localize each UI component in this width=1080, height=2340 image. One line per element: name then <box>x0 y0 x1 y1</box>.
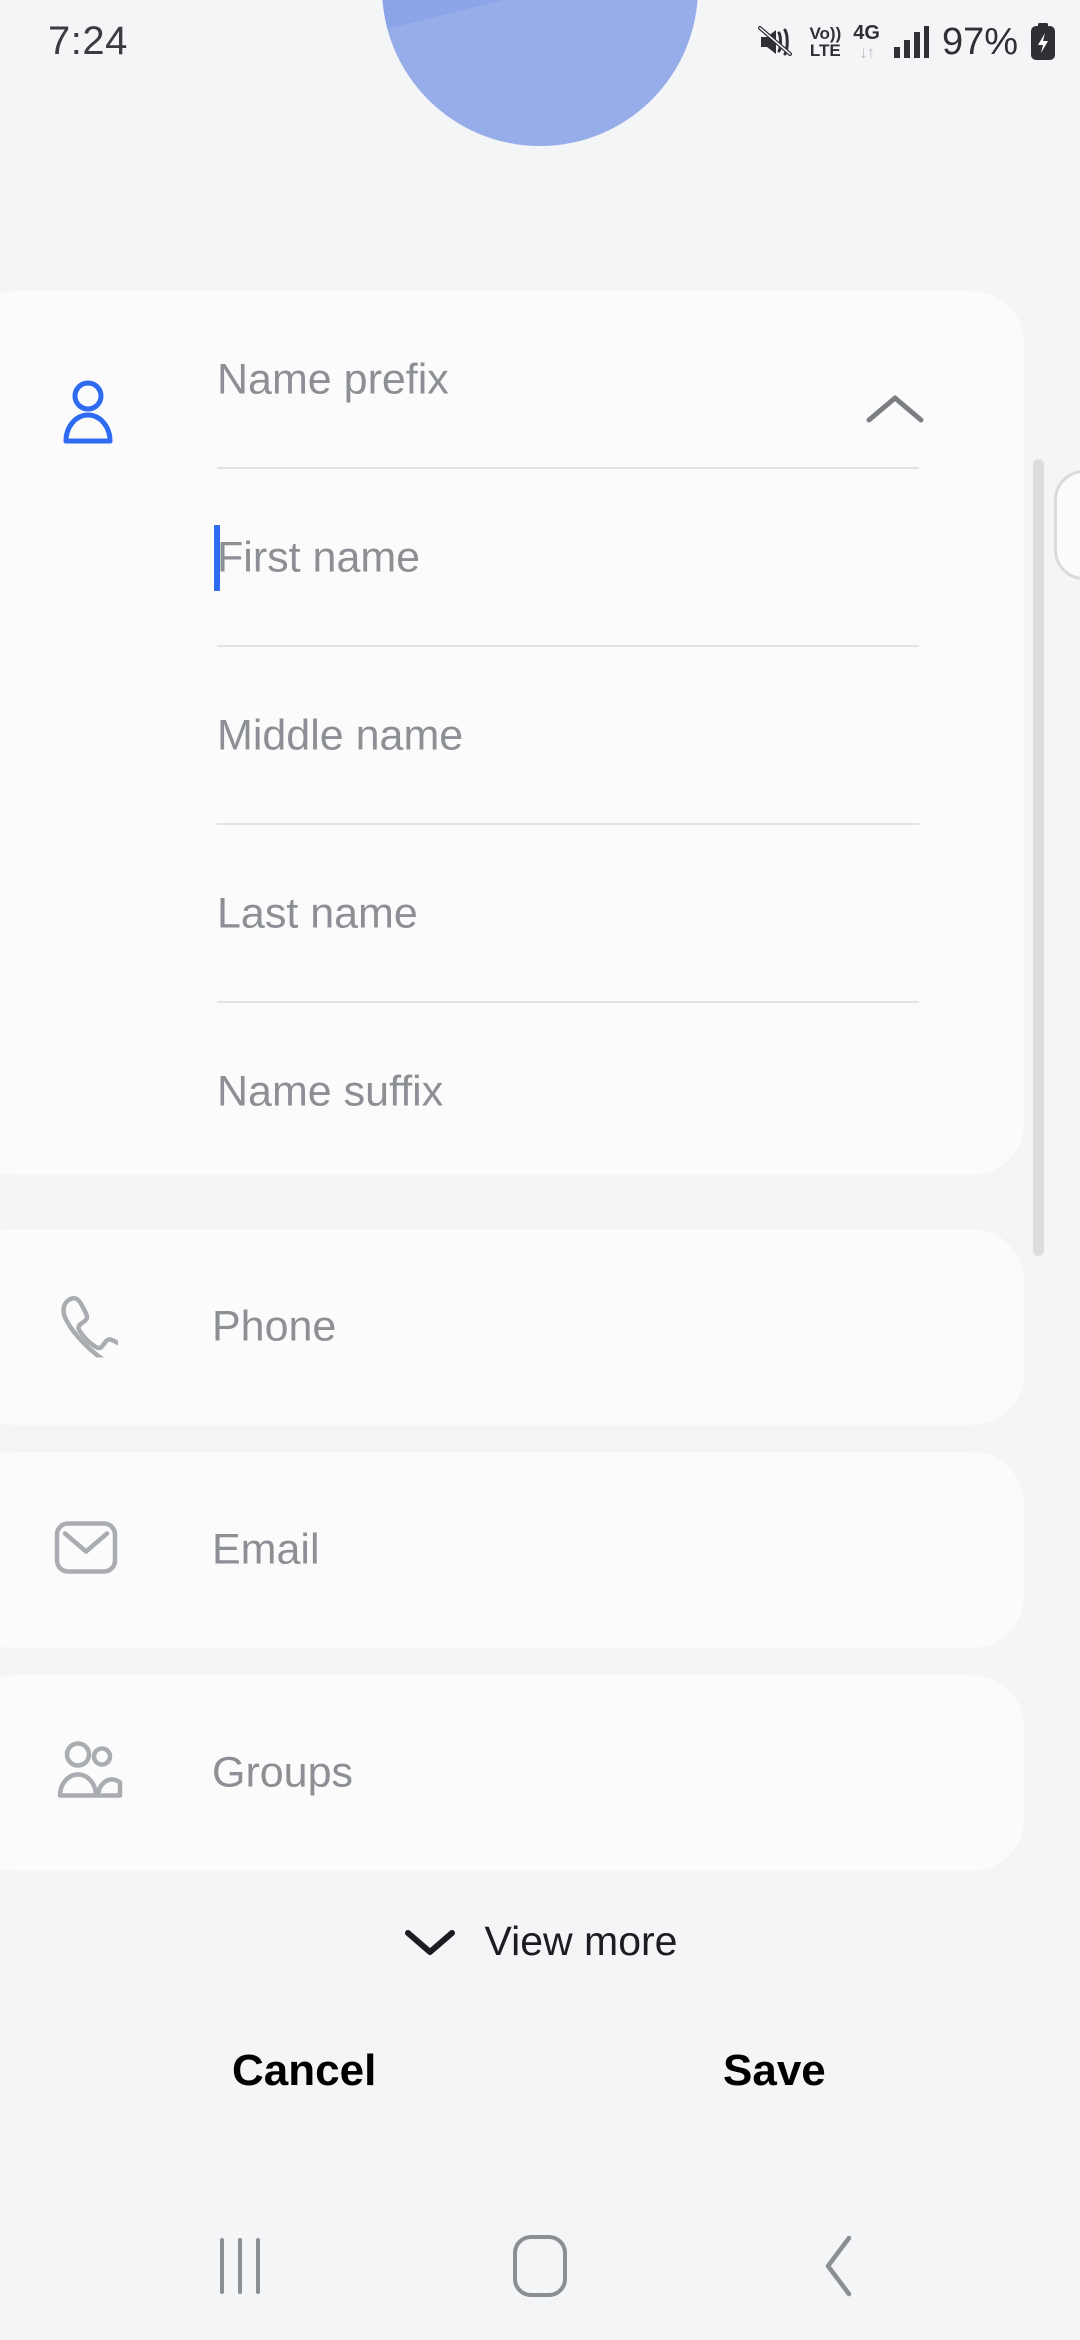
back-icon <box>825 2235 852 2297</box>
name-suffix-field[interactable]: Name suffix <box>0 1003 1024 1181</box>
phone-row[interactable]: Phone <box>0 1229 1024 1425</box>
people-icon <box>54 1740 124 1807</box>
middle-name-field[interactable]: Middle name <box>0 647 1024 825</box>
email-label: Email <box>212 1525 320 1574</box>
status-bar-clock: 7:24 <box>48 19 128 63</box>
contact-editor-screen: 7:24 Vo)) LTE 4G ↓↑ 97% Name prefix Firs… <box>0 0 1080 2340</box>
groups-row[interactable]: Groups <box>0 1675 1024 1871</box>
battery-percent-label: 97% <box>941 20 1018 63</box>
chevron-down-icon <box>404 1929 455 1955</box>
recents-icon <box>220 2238 260 2294</box>
groups-card[interactable]: Groups <box>0 1675 1024 1871</box>
system-navigation-bar <box>0 2190 1080 2340</box>
battery-charging-icon <box>1030 23 1056 61</box>
first-name-field[interactable]: First name <box>0 469 1024 647</box>
name-fields-card: Name prefix First name Middle name Last … <box>0 291 1024 1175</box>
view-more-button[interactable]: View more <box>0 1918 1080 1965</box>
volte-icon: Vo)) LTE <box>809 24 842 60</box>
data-arrows-icon: ↓↑ <box>859 43 875 62</box>
recents-button[interactable] <box>180 2224 300 2308</box>
phone-icon <box>54 1292 131 1367</box>
middle-name-placeholder: Middle name <box>217 711 464 760</box>
phone-label: Phone <box>212 1302 337 1351</box>
back-button[interactable] <box>780 2224 900 2308</box>
mute-icon <box>757 24 797 60</box>
name-prefix-field[interactable]: Name prefix <box>0 291 1024 469</box>
last-name-placeholder: Last name <box>217 889 418 938</box>
email-card[interactable]: Email <box>0 1452 1024 1648</box>
cancel-button[interactable]: Cancel <box>232 2046 376 2096</box>
signal-icon <box>892 25 930 59</box>
scrollbar[interactable] <box>1033 459 1044 1256</box>
last-name-field[interactable]: Last name <box>0 825 1024 1003</box>
groups-label: Groups <box>212 1748 354 1797</box>
envelope-icon <box>54 1519 118 1582</box>
action-bar: Cancel Save <box>0 2046 1080 2126</box>
name-prefix-placeholder: Name prefix <box>217 355 449 404</box>
avatar[interactable] <box>382 0 698 146</box>
phone-card[interactable]: Phone <box>0 1229 1024 1425</box>
email-row[interactable]: Email <box>0 1452 1024 1648</box>
home-icon <box>513 2235 567 2297</box>
edge-panel-handle[interactable] <box>1054 470 1080 580</box>
home-button[interactable] <box>480 2224 600 2308</box>
4g-icon: 4G ↓↑ <box>853 22 880 62</box>
view-more-label: View more <box>484 1918 678 1964</box>
status-bar-icons: Vo)) LTE 4G ↓↑ 97% <box>757 18 1056 66</box>
name-suffix-placeholder: Name suffix <box>217 1067 444 1116</box>
first-name-placeholder: First name <box>217 533 421 582</box>
save-button[interactable]: Save <box>723 2046 826 2096</box>
